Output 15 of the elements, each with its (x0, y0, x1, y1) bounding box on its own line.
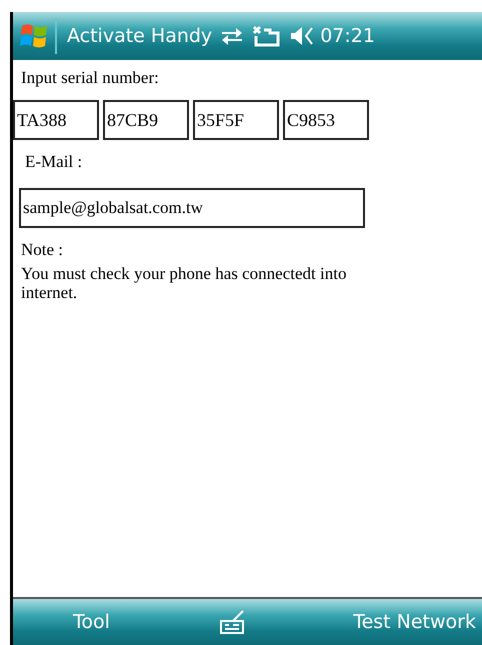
email-label: E-Mail : (25, 151, 82, 173)
tool-menu-button[interactable]: Tool (73, 611, 110, 633)
test-network-button[interactable]: Test Network (353, 611, 476, 633)
connection-arrows-icon[interactable] (220, 26, 244, 46)
note-label: Note : (21, 239, 64, 261)
email-field[interactable]: sample@globalsat.com.tw (19, 188, 365, 228)
serial-field[interactable]: TA388 (13, 100, 99, 140)
windows-logo-icon[interactable] (19, 22, 49, 50)
window-title: Activate Handy (67, 25, 212, 47)
serial-field[interactable]: 87CB9 (103, 100, 189, 140)
clock[interactable]: 07:21 (320, 25, 375, 47)
serial-field[interactable]: 35F5F (193, 100, 279, 140)
serial-label: Input serial number: (21, 67, 159, 89)
note-text: You must check your phone has connectedt into internet. (21, 264, 348, 302)
serial-field[interactable]: C9853 (283, 100, 369, 140)
